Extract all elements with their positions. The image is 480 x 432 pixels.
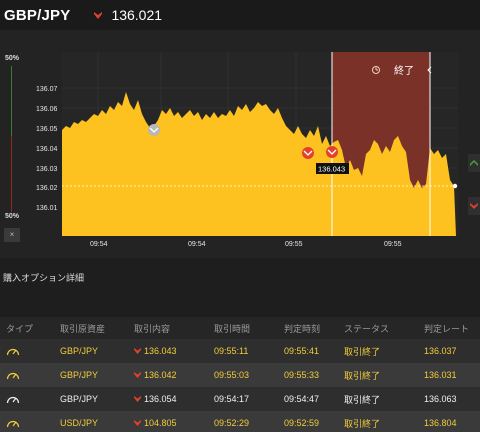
- gauge-icon: [6, 348, 20, 356]
- y-tick: 136.06: [36, 106, 58, 113]
- asset-cell: GBP/JPY: [60, 394, 99, 404]
- col-header: 取引原資産: [60, 323, 106, 334]
- table-row[interactable]: GBP/JPY 136.042 09:55:03 09:55:33 取引終了 1…: [0, 363, 480, 387]
- down-arrow-icon: [470, 203, 478, 209]
- content-cell: 104.805: [132, 418, 208, 428]
- col-header: 判定時刻: [284, 323, 321, 334]
- time-cell: 09:54:17: [214, 394, 250, 404]
- content-cell: 136.054: [132, 394, 208, 404]
- type-cell: [0, 418, 56, 428]
- down-arrow-icon: [134, 348, 141, 354]
- y-tick: 136.07: [36, 86, 58, 93]
- price-tag-text: 136.043: [318, 165, 345, 174]
- currency-pair-title: GBP/JPY: [4, 6, 71, 24]
- asset-cell: GBP/JPY: [60, 346, 99, 356]
- end-label: 終了: [394, 64, 414, 77]
- down-arrow-icon: [134, 396, 141, 402]
- price-chart: 終了 136.07 136.06 136.05 136.04 136.03 13…: [0, 30, 480, 258]
- col-header: 取引時間: [214, 323, 251, 334]
- gauge-top-percent: 50%: [4, 55, 19, 62]
- content-cell: 136.043: [132, 346, 208, 356]
- y-tick: 136.05: [36, 126, 58, 133]
- rate-cell: 136.031: [424, 370, 457, 380]
- col-header: 判定レート: [424, 323, 470, 334]
- trade-marker-down-1[interactable]: [302, 147, 314, 159]
- judge-time-cell: 09:55:33: [284, 370, 320, 380]
- trade-table: タイプ 取引原資産 取引内容 取引時間 判定時刻 ステータス 判定レート GBP…: [0, 317, 480, 432]
- status-cell: 取引終了: [344, 394, 381, 405]
- content-value: 136.054: [144, 394, 177, 404]
- price-chart-svg: 終了 136.07 136.06 136.05 136.04 136.03 13…: [0, 30, 480, 258]
- low-button[interactable]: [468, 197, 480, 215]
- x-tick: 09:55: [285, 241, 303, 248]
- y-tick: 136.03: [36, 166, 58, 173]
- x-tick: 09:54: [188, 241, 206, 248]
- down-arrow-icon: [134, 420, 141, 426]
- table-row[interactable]: GBP/JPY 136.043 09:55:11 09:55:41 取引終了 1…: [0, 339, 480, 363]
- down-arrow-icon: [94, 11, 103, 19]
- time-cell: 09:55:03: [214, 370, 250, 380]
- rate-cell: 136.063: [424, 394, 457, 404]
- gauge-icon: [6, 372, 20, 380]
- judge-time-cell: 09:54:47: [284, 394, 320, 404]
- content-value: 136.043: [144, 346, 177, 356]
- header-bar: GBP/JPY 136.021: [0, 0, 480, 30]
- content-cell: 136.042: [132, 370, 208, 380]
- x-tick: 09:54: [90, 241, 108, 248]
- content-value: 104.805: [144, 418, 177, 428]
- table-row[interactable]: GBP/JPY 136.054 09:54:17 09:54:47 取引終了 1…: [0, 387, 480, 411]
- col-header: 取引内容: [134, 323, 171, 334]
- type-cell: [0, 394, 56, 404]
- price-tag: 136.043: [316, 163, 349, 174]
- status-cell: 取引終了: [344, 418, 381, 429]
- asset-cell: USD/JPY: [60, 418, 99, 428]
- up-arrow-icon: [470, 160, 478, 166]
- col-header: タイプ: [6, 323, 34, 334]
- y-tick: 136.01: [36, 205, 58, 212]
- high-button[interactable]: [468, 154, 480, 172]
- content-value: 136.042: [144, 370, 177, 380]
- judge-time-cell: 09:55:41: [284, 346, 320, 356]
- table-row[interactable]: USD/JPY 104.805 09:52:29 09:52:59 取引終了 1…: [0, 411, 480, 432]
- status-cell: 取引終了: [344, 346, 381, 357]
- time-cell: 09:52:29: [214, 418, 250, 428]
- trade-marker-down-2[interactable]: [326, 146, 338, 158]
- gauge-bottom-percent: 50%: [4, 213, 19, 220]
- table-header: タイプ 取引原資産 取引内容 取引時間 判定時刻 ステータス 判定レート: [0, 317, 480, 339]
- trading-screen: GBP/JPY 136.021 終了 136.07 136.06 136.05 …: [0, 0, 480, 432]
- down-arrow-icon: [134, 372, 141, 378]
- sentiment-gauge: 50% 50% ×: [2, 52, 22, 272]
- time-cell: 09:55:11: [214, 346, 249, 356]
- judge-time-cell: 09:52:59: [284, 418, 320, 428]
- type-cell: [0, 346, 56, 356]
- gauge-low-bar: [11, 136, 12, 212]
- asset-cell: GBP/JPY: [60, 370, 99, 380]
- trade-marker-gray[interactable]: [148, 124, 160, 136]
- current-rate: 136.021: [111, 7, 163, 23]
- section-title: 購入オプション詳細: [3, 273, 85, 283]
- x-tick: 09:55: [384, 241, 402, 248]
- type-cell: [0, 370, 56, 380]
- gauge-high-bar: [11, 66, 12, 136]
- y-tick: 136.04: [36, 146, 58, 153]
- current-price-dot: [452, 183, 458, 189]
- gauge-close-button[interactable]: ×: [4, 228, 20, 242]
- gauge-icon: [6, 420, 20, 428]
- rate-cell: 136.037: [424, 346, 457, 356]
- gauge-icon: [6, 396, 20, 404]
- status-cell: 取引終了: [344, 370, 381, 381]
- col-header: ステータス: [344, 323, 390, 334]
- y-tick: 136.02: [36, 185, 58, 192]
- rate-cell: 136.804: [424, 418, 457, 428]
